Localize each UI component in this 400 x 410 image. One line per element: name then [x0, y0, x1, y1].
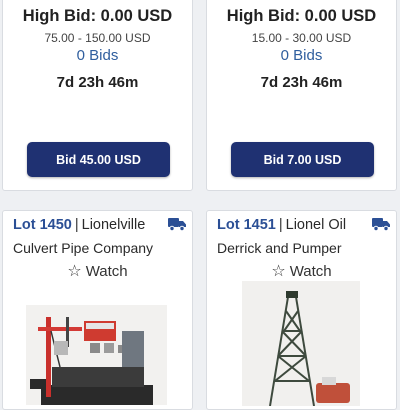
watch-label: Watch: [85, 263, 128, 280]
high-bid: High Bid: 0.00 USD: [22, 7, 173, 25]
lot-card-1451[interactable]: Lot 1451 | Lionel Oil Derrick and Pumper ☆…: [206, 210, 397, 410]
lot-heading[interactable]: Lot 1450 | Lionelville: [13, 217, 164, 233]
bids-count-link[interactable]: 0 Bids: [3, 47, 192, 64]
estimate-range: 75.00 - 150.00 USD: [44, 31, 151, 45]
star-outline-icon: ☆: [271, 262, 286, 280]
lot-image[interactable]: [26, 305, 167, 405]
watch-button[interactable]: ☆ Watch: [207, 263, 396, 280]
lot-heading[interactable]: Lot 1451 | Lionel Oil: [217, 217, 368, 233]
lot-number[interactable]: Lot 1450: [13, 217, 72, 233]
high-bid: High Bid: 0.00 USD: [226, 7, 377, 25]
bid-button[interactable]: Bid 45.00 USD: [27, 142, 170, 177]
lot-title[interactable]: Lionel Oil: [286, 217, 346, 233]
lot-card-1450[interactable]: Lot 1450 | Lionelville Culvert Pipe Compan…: [2, 210, 193, 410]
truck-icon: [372, 217, 390, 232]
estimate-range: 15.00 - 30.00 USD: [251, 31, 352, 45]
time-remaining: 7d 23h 46m: [260, 74, 343, 91]
lot-image[interactable]: [242, 281, 360, 407]
bid-button[interactable]: Bid 7.00 USD: [231, 142, 374, 177]
time-remaining: 7d 23h 46m: [56, 74, 139, 91]
watch-button[interactable]: ☆ Watch: [3, 263, 192, 280]
lot-separator: |: [74, 217, 79, 233]
lot-separator: |: [278, 217, 283, 233]
truck-icon: [168, 217, 186, 232]
lot-title-line2[interactable]: Derrick and Pumper: [217, 240, 342, 256]
bids-count-link[interactable]: 0 Bids: [207, 47, 396, 64]
watch-label: Watch: [289, 263, 332, 280]
lot-card-top-right: High Bid: 0.00 USD 15.00 - 30.00 USD 0 B…: [206, 0, 397, 191]
star-outline-icon: ☆: [67, 262, 82, 280]
lot-title[interactable]: Lionelville: [82, 217, 146, 233]
lot-title-line2[interactable]: Culvert Pipe Company: [13, 240, 153, 256]
lot-number[interactable]: Lot 1451: [217, 217, 276, 233]
lot-card-top-left: High Bid: 0.00 USD 75.00 - 150.00 USD 0 …: [2, 0, 193, 191]
